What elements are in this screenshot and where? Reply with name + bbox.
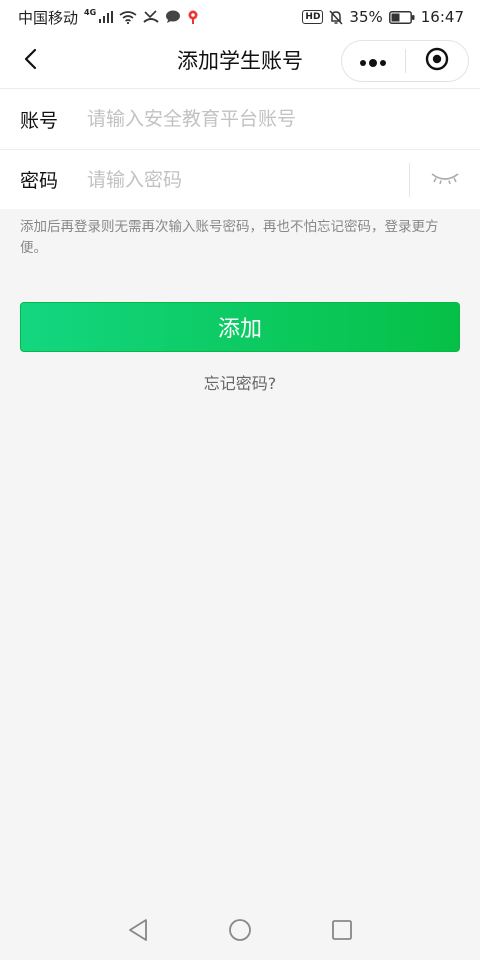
square-recents-icon (331, 919, 353, 945)
carrier-name: 中国移动 (18, 8, 79, 27)
account-label: 账号 (20, 109, 59, 132)
system-recents-button[interactable] (291, 904, 393, 960)
battery-icon (388, 10, 415, 24)
app-notification-icon (187, 10, 199, 24)
hd-badge: HD (302, 10, 324, 24)
wifi-icon (119, 10, 137, 24)
add-button[interactable]: 添加 (20, 302, 460, 352)
clock-time: 16:47 (420, 8, 464, 26)
capsule-menu (341, 40, 469, 82)
triangle-back-icon (127, 918, 149, 946)
more-button[interactable] (342, 41, 405, 81)
signal-icon (99, 11, 114, 23)
more-dots-icon (359, 52, 387, 71)
password-input[interactable] (87, 159, 410, 200)
hint-text: 添加后再登录则无需再次输入账号密码，再也不怕忘记密码，登录更方便。 (20, 219, 439, 256)
system-home-button[interactable] (189, 904, 291, 960)
system-nav-bar (0, 904, 480, 960)
account-input[interactable] (87, 99, 480, 139)
toggle-password-visibility-button[interactable] (410, 150, 480, 210)
eye-closed-icon (430, 170, 460, 189)
mute-bell-icon (329, 9, 343, 25)
battery-percent: 35% (349, 8, 383, 26)
account-row: 账号 (0, 89, 480, 149)
password-label: 密码 (20, 170, 59, 192)
network-type: 4G (84, 7, 97, 17)
login-form: 账号 密码 (0, 88, 480, 209)
back-button[interactable] (10, 41, 50, 81)
target-icon (425, 47, 449, 75)
close-miniprogram-button[interactable] (405, 41, 468, 81)
message-icon (165, 10, 181, 24)
missed-call-icon (143, 10, 159, 24)
nav-bar: 添加学生账号 (0, 34, 480, 88)
status-bar: 中国移动 4G HD 35% 16:47 (0, 0, 480, 34)
forgot-password-link[interactable]: 忘记密码? (0, 370, 480, 394)
password-row: 密码 (0, 149, 480, 209)
circle-home-icon (228, 918, 252, 946)
eye-divider (409, 163, 410, 197)
chevron-left-icon (23, 48, 37, 74)
system-back-button[interactable] (87, 904, 189, 960)
status-left: 中国移动 4G (18, 7, 199, 28)
status-right: HD 35% 16:47 (302, 8, 464, 26)
